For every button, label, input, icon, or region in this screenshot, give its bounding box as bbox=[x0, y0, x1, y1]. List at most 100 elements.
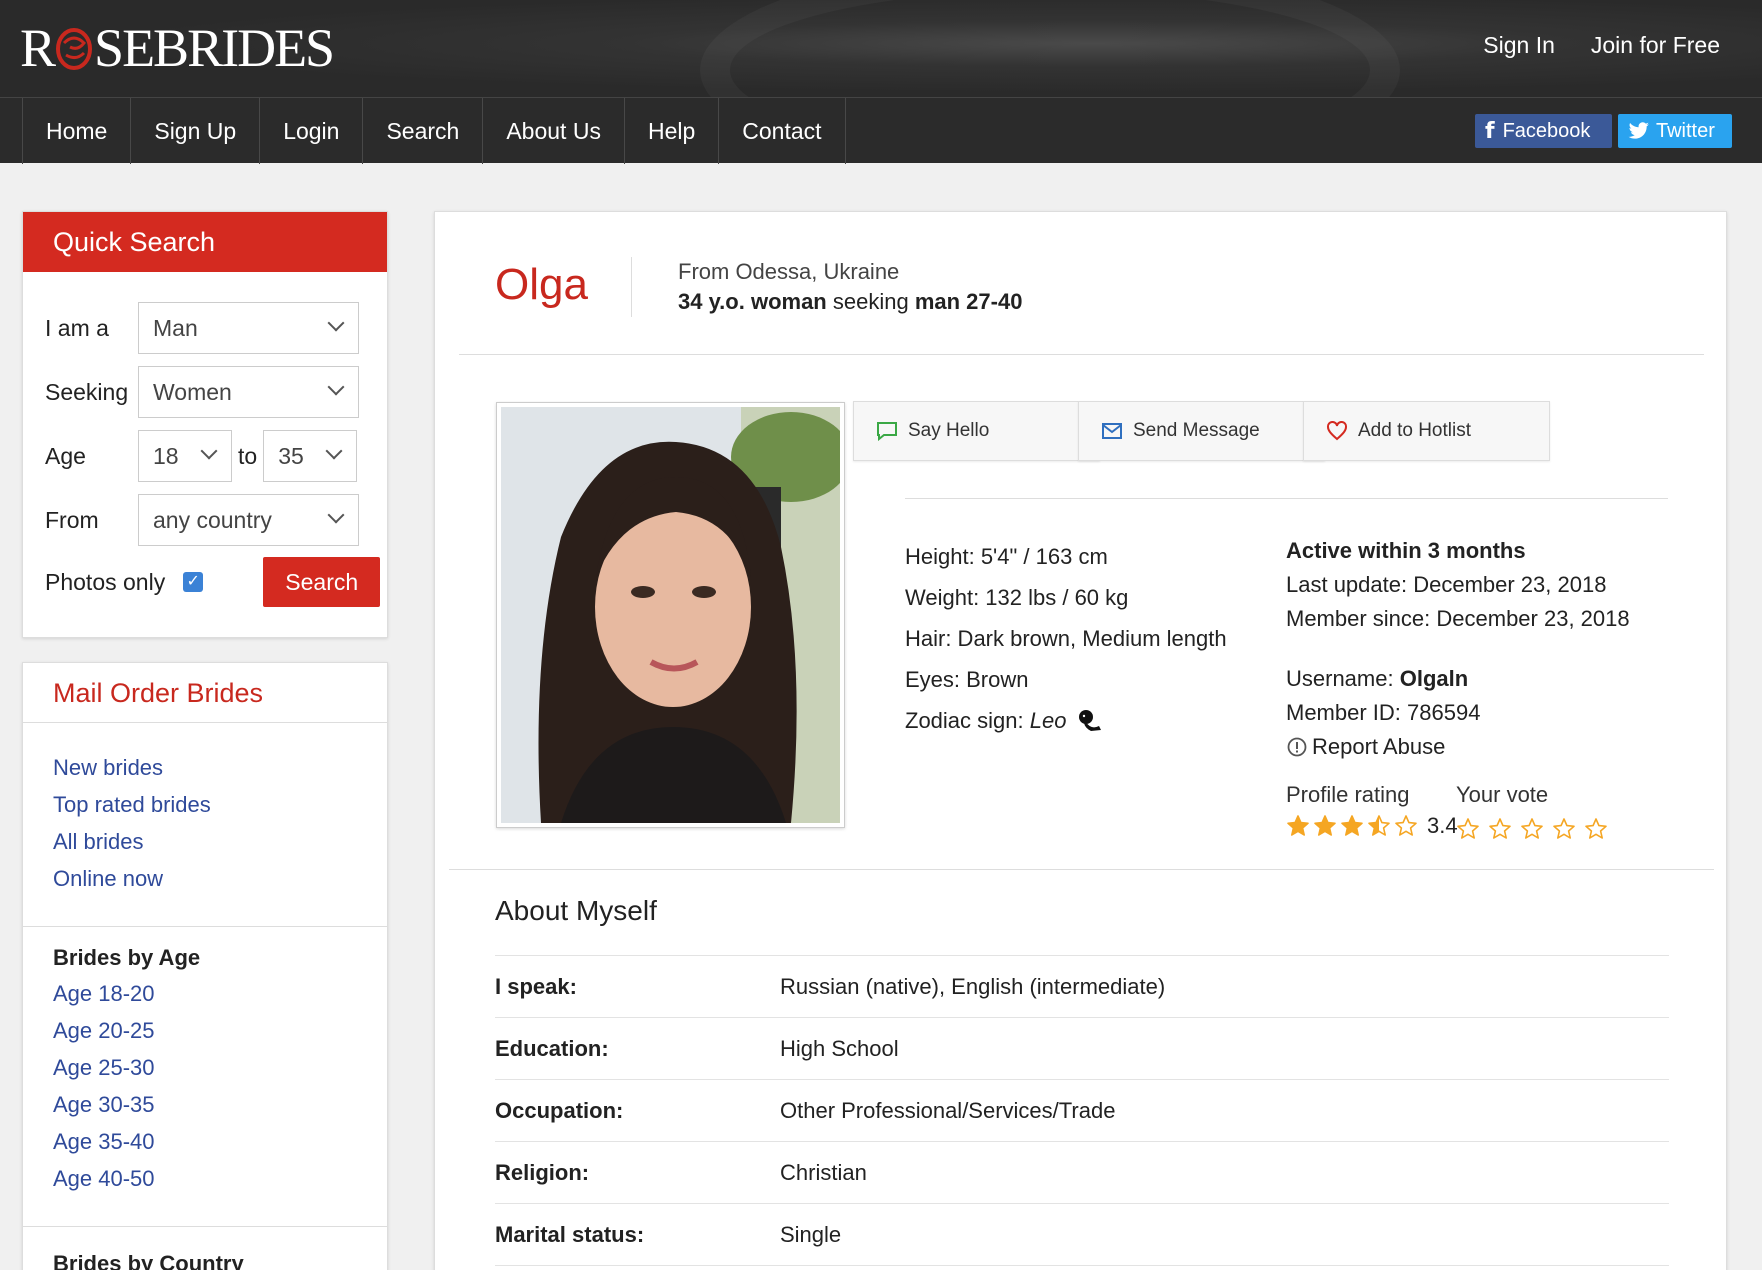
alert-circle-icon bbox=[1287, 737, 1307, 757]
say-hello-label: Say Hello bbox=[908, 420, 990, 441]
age-30-35-link[interactable]: Age 30-35 bbox=[53, 1086, 155, 1123]
age-from-value: 18 bbox=[153, 442, 179, 469]
send-message-label: Send Message bbox=[1133, 420, 1260, 441]
nav-contact[interactable]: Contact bbox=[718, 98, 846, 164]
i-am-value: Man bbox=[153, 314, 198, 341]
heart-icon bbox=[1327, 421, 1347, 441]
divider bbox=[459, 354, 1704, 355]
nav-help[interactable]: Help bbox=[623, 98, 718, 164]
divider bbox=[495, 1265, 1669, 1266]
star-icon[interactable] bbox=[1552, 817, 1576, 841]
say-hello-button[interactable]: Say Hello bbox=[853, 401, 1100, 461]
age-to-select[interactable]: 35 bbox=[263, 430, 358, 482]
star-icon bbox=[1368, 815, 1390, 836]
divider bbox=[449, 869, 1714, 870]
zodiac-value: Leo bbox=[1029, 708, 1067, 733]
chevron-down-icon bbox=[327, 378, 345, 396]
age-35-40-link[interactable]: Age 35-40 bbox=[53, 1123, 155, 1160]
main-nav-bar: Home Sign Up Login Search About Us Help … bbox=[0, 97, 1762, 164]
zodiac-fact: Zodiac sign: Leo bbox=[905, 700, 1227, 741]
report-abuse-link[interactable]: Report Abuse bbox=[1286, 730, 1630, 764]
about-row-key: Education: bbox=[495, 1035, 609, 1061]
divider bbox=[23, 926, 387, 927]
facebook-icon: f bbox=[1485, 118, 1495, 144]
online-now-link[interactable]: Online now bbox=[53, 860, 387, 897]
your-vote-stars[interactable] bbox=[1456, 817, 1616, 841]
i-am-label: I am a bbox=[45, 314, 109, 341]
seeking-label: Seeking bbox=[45, 378, 129, 405]
star-icon[interactable] bbox=[1520, 817, 1544, 841]
send-message-button[interactable]: Send Message bbox=[1078, 401, 1325, 461]
facebook-label: Facebook bbox=[1502, 119, 1591, 142]
from-label: From bbox=[45, 506, 99, 533]
envelope-icon bbox=[1102, 423, 1122, 439]
site-logo[interactable]: R SEBRIDES bbox=[20, 18, 335, 78]
sign-in-link[interactable]: Sign In bbox=[1483, 32, 1555, 59]
twitter-button[interactable]: Twitter bbox=[1618, 114, 1732, 148]
username-value: Olgaln bbox=[1399, 666, 1469, 691]
about-row-marital-status: Marital status: Single bbox=[495, 1203, 1669, 1265]
age-label: Age bbox=[45, 442, 86, 469]
profile-photo[interactable] bbox=[496, 402, 845, 828]
quick-search-title: Quick Search bbox=[23, 212, 387, 272]
about-row-occupation: Occupation: Other Professional/Services/… bbox=[495, 1079, 1669, 1141]
chevron-down-icon bbox=[327, 314, 345, 332]
new-brides-link[interactable]: New brides bbox=[53, 749, 387, 786]
profile-rating-value: 3.4 bbox=[1427, 813, 1458, 838]
nav-sign-up[interactable]: Sign Up bbox=[130, 98, 259, 164]
add-to-hotlist-button[interactable]: Add to Hotlist bbox=[1303, 401, 1550, 461]
photos-only-checkbox[interactable]: ✓ bbox=[183, 572, 204, 592]
star-icon[interactable] bbox=[1456, 817, 1480, 841]
chat-bubble-icon bbox=[877, 422, 897, 441]
age-from-select[interactable]: 18 bbox=[138, 430, 232, 482]
your-vote-label: Your vote bbox=[1456, 782, 1549, 807]
age-20-25-link[interactable]: Age 20-25 bbox=[53, 1012, 155, 1049]
i-am-select[interactable]: Man bbox=[138, 302, 359, 354]
seeking-target: man 27-40 bbox=[914, 289, 1023, 314]
about-row-value: Russian (native), English (intermediate) bbox=[780, 973, 1166, 999]
weight-fact: Weight: 132 lbs / 60 kg bbox=[905, 585, 1129, 610]
nav-search[interactable]: Search bbox=[362, 98, 482, 164]
mail-order-brides-title: Mail Order Brides bbox=[23, 663, 387, 723]
about-row-key: I speak: bbox=[495, 973, 577, 999]
star-icon bbox=[1314, 815, 1336, 836]
about-row-value: Single bbox=[780, 1221, 842, 1247]
facebook-button[interactable]: f Facebook bbox=[1475, 114, 1612, 148]
divider bbox=[905, 498, 1668, 499]
chevron-down-icon bbox=[325, 442, 343, 460]
country-value: any country bbox=[153, 506, 272, 533]
all-brides-link[interactable]: All brides bbox=[53, 823, 387, 860]
nav-login[interactable]: Login bbox=[259, 98, 362, 164]
country-select[interactable]: any country bbox=[138, 494, 359, 546]
report-abuse-label: Report Abuse bbox=[1312, 734, 1446, 759]
star-icon[interactable] bbox=[1488, 817, 1512, 841]
profile-name: Olga bbox=[495, 260, 588, 309]
member-since: Member since: December 23, 2018 bbox=[1286, 606, 1630, 631]
about-row-key: Marital status: bbox=[495, 1221, 645, 1247]
chevron-down-icon bbox=[200, 442, 218, 460]
chevron-down-icon bbox=[327, 506, 345, 524]
brides-by-age-title: Brides by Age bbox=[53, 945, 201, 970]
quick-search-panel: Quick Search I am a Man Seeking Women Ag… bbox=[22, 211, 388, 638]
search-button[interactable]: Search bbox=[263, 557, 381, 607]
nav-home[interactable]: Home bbox=[22, 98, 130, 164]
profile-seeking: 34 y.o. woman seeking man 27-40 bbox=[678, 289, 1022, 315]
twitter-label: Twitter bbox=[1656, 119, 1715, 142]
hair-fact: Hair: Dark brown, Medium length bbox=[905, 626, 1227, 651]
about-row-languages: I speak: Russian (native), English (inte… bbox=[495, 955, 1669, 1017]
join-free-link[interactable]: Join for Free bbox=[1591, 32, 1720, 59]
username-label: Username: bbox=[1286, 666, 1400, 691]
top-rated-brides-link[interactable]: Top rated brides bbox=[53, 786, 387, 823]
member-id: Member ID: 786594 bbox=[1286, 700, 1481, 725]
age-25-30-link[interactable]: Age 25-30 bbox=[53, 1049, 155, 1086]
seeking-select[interactable]: Women bbox=[138, 366, 359, 418]
age-18-20-link[interactable]: Age 18-20 bbox=[53, 975, 155, 1012]
age-40-50-link[interactable]: Age 40-50 bbox=[53, 1160, 155, 1197]
lion-icon bbox=[1077, 704, 1103, 745]
profile-location: From Odessa, Ukraine bbox=[678, 259, 900, 284]
photos-only-label: Photos only bbox=[45, 568, 166, 595]
activity-status: Active within 3 months bbox=[1286, 538, 1526, 563]
profile-panel: Olga From Odessa, Ukraine 34 y.o. woman … bbox=[434, 211, 1727, 1270]
nav-about-us[interactable]: About Us bbox=[482, 98, 624, 164]
star-icon[interactable] bbox=[1584, 817, 1608, 841]
